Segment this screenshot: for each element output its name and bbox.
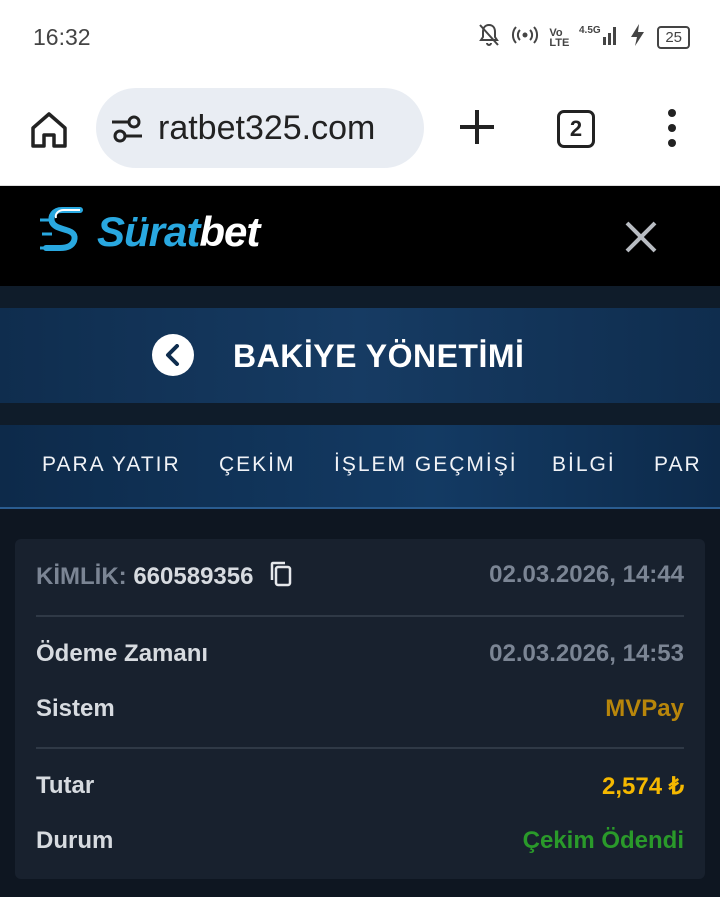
divider — [36, 615, 684, 617]
system-row: Sistem MVPay — [36, 695, 684, 723]
tab-withdraw[interactable]: ÇEKİM — [219, 453, 296, 477]
close-icon[interactable] — [624, 220, 658, 254]
system-value: MVPay — [605, 695, 684, 722]
logo-text-part2: bet — [199, 208, 260, 255]
more-menu-icon[interactable] — [660, 108, 684, 148]
status-row: Durum Çekim Ödendi — [36, 827, 684, 855]
tab-deposit[interactable]: PARA YATIR — [42, 453, 181, 477]
battery-icon: 25 — [657, 26, 690, 49]
page-title-bar: BAKİYE YÖNETİMİ — [0, 308, 720, 403]
logo-text[interactable]: Süratbet — [97, 208, 260, 256]
url-text[interactable]: ratbet325.com — [158, 109, 375, 148]
tab-info[interactable]: BİLGİ — [552, 453, 616, 477]
status-icons: Vo LTE 4.5G 25 — [477, 22, 690, 53]
site-header: Süratbet — [0, 186, 720, 286]
created-at: 02.03.2026, 14:44 — [489, 561, 684, 588]
battery-level: 25 — [665, 29, 682, 46]
tab-transaction-history[interactable]: İŞLEM GEÇMİŞİ — [334, 453, 518, 477]
divider — [36, 747, 684, 749]
status-value: Çekim Ödendi — [522, 827, 684, 854]
transaction-id-row: KİMLİK: 660589356 02.03.2026, 14:44 — [36, 561, 684, 594]
transaction-id-value: 660589356 — [133, 562, 254, 590]
volte-icon: Vo LTE — [549, 26, 570, 49]
mute-icon — [477, 22, 501, 53]
transaction-card: KİMLİK: 660589356 02.03.2026, 14:44 Ödem… — [15, 539, 705, 879]
status-time: 16:32 — [33, 24, 91, 50]
browser-toolbar: ratbet325.com 2 — [0, 72, 720, 186]
logo-text-part1: Sürat — [97, 208, 200, 255]
status-bar: 16:32 Vo LTE 4.5G 25 — [0, 0, 720, 72]
chevron-left-icon — [166, 344, 179, 366]
svg-text:4.5G: 4.5G — [579, 25, 601, 36]
copy-icon[interactable] — [270, 561, 292, 594]
amount-value: 2,574 ₺ — [602, 773, 684, 800]
system-label: Sistem — [36, 695, 115, 722]
payment-time-label: Ödeme Zamanı — [36, 640, 209, 667]
balance-nav-tabs: PARA YATIR ÇEKİM İŞLEM GEÇMİŞİ BİLGİ PAR — [0, 425, 720, 509]
charging-icon — [629, 23, 647, 52]
spacer — [0, 286, 720, 308]
amount-label: Tutar — [36, 772, 95, 799]
page-title: BAKİYE YÖNETİMİ — [233, 338, 525, 374]
site-settings-icon[interactable] — [110, 112, 144, 146]
amount-row: Tutar 2,574 ₺ — [36, 772, 684, 800]
back-button[interactable] — [152, 334, 194, 376]
home-icon[interactable] — [27, 108, 71, 152]
status-label: Durum — [36, 827, 114, 854]
payment-time-value: 02.03.2026, 14:53 — [489, 640, 684, 667]
spacer — [0, 403, 720, 425]
tab-switcher-button[interactable]: 2 — [557, 110, 595, 148]
tab-overflow[interactable]: PAR — [654, 453, 702, 477]
payment-time-row: Ödeme Zamanı 02.03.2026, 14:53 — [36, 640, 684, 668]
signal-icon: 4.5G — [579, 23, 619, 52]
new-tab-icon[interactable] — [456, 106, 498, 148]
logo-icon[interactable] — [40, 204, 96, 264]
transaction-id-label: KİMLİK: — [36, 562, 127, 590]
address-bar[interactable]: ratbet325.com — [96, 88, 424, 168]
hotspot-icon — [511, 24, 539, 51]
